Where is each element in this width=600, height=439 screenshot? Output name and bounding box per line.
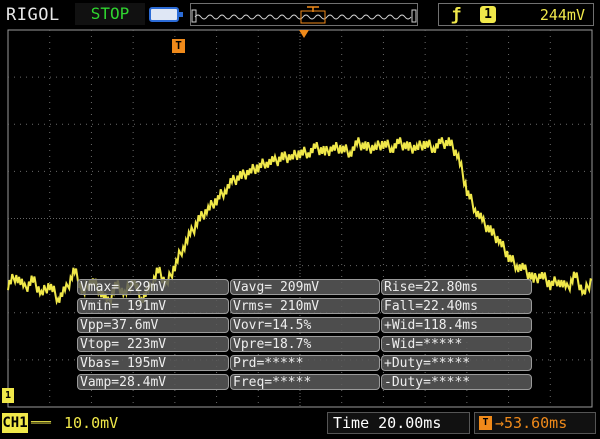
measurement-value: Vamp=28.4mV <box>77 374 229 390</box>
measurement-value: Vpp=37.6mV <box>77 317 229 333</box>
measurement-value: Vavg= 209mV <box>230 279 380 295</box>
measurement-value: +Wid=118.4ms <box>381 317 532 333</box>
measurement-value: Vpre=18.7% <box>230 336 380 352</box>
measurement-value: Vrms= 210mV <box>230 298 380 314</box>
timebase[interactable]: Time 20.00ms <box>327 412 470 434</box>
bottom-status-bar: CH1 ═══ 10.0mV Time 20.00ms T →53.60ms <box>0 410 600 439</box>
trigger-offset[interactable]: T →53.60ms <box>474 412 596 434</box>
measurement-value: Vtop= 223mV <box>77 336 229 352</box>
channel1-label[interactable]: CH1 <box>2 413 28 433</box>
measurement-value: Vbas= 195mV <box>77 355 229 371</box>
measurement-value: Prd=***** <box>230 355 380 371</box>
measurement-value: +Duty=***** <box>381 355 532 371</box>
measurement-row: Vtop= 223mV Vpre=18.7% -Wid=***** <box>77 336 532 353</box>
measurement-value: Vovr=14.5% <box>230 317 380 333</box>
channel1-ground-marker[interactable]: 1 <box>2 388 14 403</box>
measurement-row: Vamp=28.4mV Freq=***** -Duty=***** <box>77 374 532 391</box>
measurement-panel: Vmax= 229mV Vavg= 209mV Rise=22.80ms Vmin= … <box>77 279 532 393</box>
trigger-offset-icon: T <box>479 416 492 430</box>
channel1-scale[interactable]: 10.0mV <box>64 414 118 432</box>
measurement-value: Rise=22.80ms <box>381 279 532 295</box>
measurement-row: Vbas= 195mV Prd=***** +Duty=***** <box>77 355 532 372</box>
measurement-row: Vpp=37.6mV Vovr=14.5% +Wid=118.4ms <box>77 317 532 334</box>
measurement-value: -Duty=***** <box>381 374 532 390</box>
measurement-value: Fall=22.40ms <box>381 298 532 314</box>
dc-coupling-icon: ═══ <box>31 416 51 429</box>
measurement-row: Vmax= 229mV Vavg= 209mV Rise=22.80ms <box>77 279 532 296</box>
trigger-offset-value: →53.60ms <box>495 414 568 432</box>
trigger-time-marker: T <box>172 39 185 53</box>
measurement-value: Vmin= 191mV <box>77 298 229 314</box>
measurement-row: Vmin= 191mV Vrms= 210mV Fall=22.40ms <box>77 298 532 315</box>
measurement-value: Vmax= 229mV <box>77 279 229 295</box>
measurement-value: -Wid=***** <box>381 336 532 352</box>
measurement-value: Freq=***** <box>230 374 380 390</box>
